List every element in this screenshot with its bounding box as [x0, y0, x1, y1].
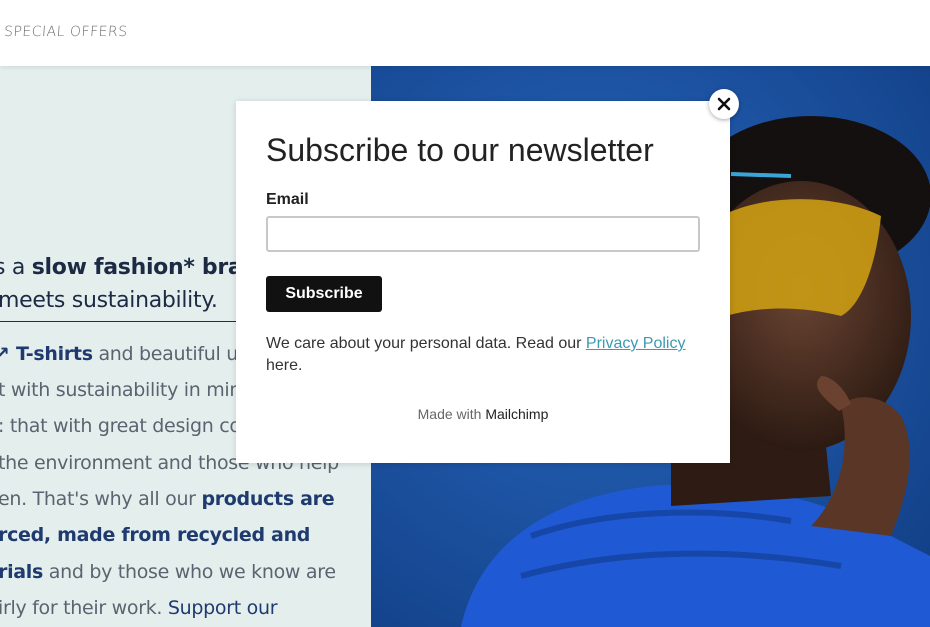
- email-label: Email: [266, 191, 309, 208]
- close-modal-button[interactable]: [709, 89, 739, 119]
- body-line-8: irly for their work. Support our: [0, 597, 278, 619]
- hero-line-2: meets sustainability.: [0, 288, 218, 313]
- made-with-mailchimp: Made with Mailchimp: [417, 406, 549, 422]
- mailchimp-link[interactable]: Mailchimp: [485, 406, 548, 422]
- support-our-link[interactable]: Support our: [168, 597, 278, 619]
- email-input[interactable]: [266, 216, 700, 252]
- subscribe-button[interactable]: Subscribe: [266, 276, 382, 312]
- modal-title: Subscribe to our newsletter: [266, 132, 654, 168]
- close-icon: [717, 97, 731, 111]
- privacy-policy-link[interactable]: Privacy Policy: [586, 335, 686, 352]
- body-line-1: ↗ T-shirts and beautiful unic: [0, 343, 265, 365]
- body-line-2: t with sustainability in mind: [0, 379, 253, 401]
- body-line-6: rced, made from recycled and: [0, 524, 311, 546]
- body-line-7: rials and by those who we know are: [0, 561, 336, 583]
- nav-special-offers-link[interactable]: SPECIAL OFFERS: [3, 24, 128, 40]
- body-line-3: : that with great design co: [0, 415, 241, 437]
- newsletter-modal: Subscribe to our newsletter Email Subscr…: [236, 101, 730, 463]
- top-nav-bar: SPECIAL OFFERS: [0, 0, 930, 66]
- hero-divider: [0, 321, 236, 322]
- privacy-notice: We care about your personal data. Read o…: [266, 335, 686, 374]
- body-line-5: en. That's why all our products are: [0, 488, 335, 510]
